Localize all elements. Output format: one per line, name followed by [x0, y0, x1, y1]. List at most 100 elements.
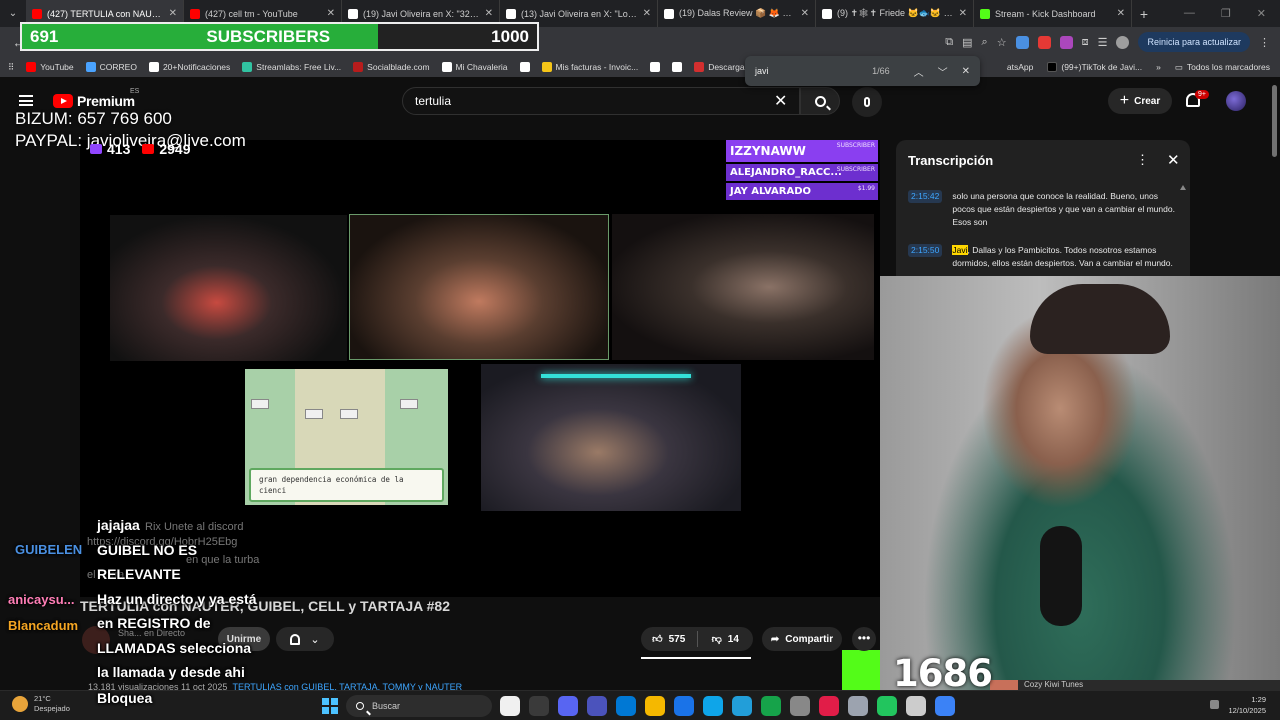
find-close-icon[interactable]: ✕	[962, 66, 970, 77]
tab-close-icon[interactable]: ✕	[169, 8, 177, 19]
chevron-right-icon[interactable]: »	[1156, 62, 1161, 72]
bookmark-item[interactable]: Mis facturas - Invoic...	[541, 62, 638, 72]
transcript-segment[interactable]: 2:15:50 Javi, Dallas y los Pambicitos. T…	[908, 244, 1178, 270]
browser-tab[interactable]: (9) ✝🕸✝ Friede 🐱🐟🐱 en X: "V✕	[816, 0, 974, 27]
scroll-up-icon[interactable]	[1180, 185, 1186, 190]
subscriber-goal-target: 1000	[491, 26, 529, 46]
extension-icon[interactable]	[1037, 35, 1051, 49]
clear-search-icon[interactable]: ✕	[774, 91, 787, 111]
bookmark-item[interactable]: CORREO	[85, 62, 137, 72]
bookmark-item[interactable]: atsApp	[1007, 62, 1033, 72]
taskbar-app-icon[interactable]	[819, 696, 839, 716]
taskbar-app-icon[interactable]	[935, 696, 955, 716]
subscriber-goal-current: 691	[30, 26, 59, 46]
taskbar-clock[interactable]: 1:29 12/10/2025	[1228, 694, 1266, 716]
bookmark-item[interactable]	[650, 62, 661, 72]
all-bookmarks[interactable]: ▭ Todos los marcadores	[1175, 62, 1270, 73]
youtube-play-icon	[53, 94, 73, 108]
extensions-puzzle-icon[interactable]: ⧈	[1082, 36, 1089, 49]
taskbar-app-icon[interactable]	[703, 696, 723, 716]
extension-icon[interactable]	[1059, 35, 1073, 49]
browser-tab[interactable]: Stream - Kick Dashboard ✕	[974, 0, 1132, 27]
like-button[interactable]: 👍︎ 575	[641, 633, 697, 646]
bookmark-icon	[441, 62, 452, 72]
tab-close-icon[interactable]: ✕	[1117, 8, 1125, 19]
bookmark-item[interactable]	[672, 62, 683, 72]
subscriber-alerts: IZZYNAWW SUBSCRIBER ALEJANDRO_RACC... SUBSC…	[726, 140, 878, 202]
bookmark-icon	[85, 62, 96, 72]
close-icon[interactable]: ✕	[1167, 151, 1180, 169]
taskbar-app-icon[interactable]	[558, 696, 578, 716]
browser-menu-icon[interactable]: ⋮	[1259, 36, 1270, 49]
reader-icon[interactable]: ▤	[962, 36, 972, 49]
apps-grid-icon[interactable]: ⠿	[8, 62, 14, 73]
taskbar-search[interactable]: Buscar	[346, 695, 492, 717]
taskbar-app-icon[interactable]	[906, 696, 926, 716]
bookmark-star-icon[interactable]: ☆	[997, 36, 1007, 49]
bookmark-icon	[148, 62, 159, 72]
taskbar-app-icon[interactable]	[790, 696, 810, 716]
chat-message: jajajaa GUIBEL NO ES RELEVANTE Haz un di…	[97, 517, 257, 680]
bookmark-item[interactable]: YouTube	[26, 62, 74, 72]
zoom-icon[interactable]: ⌕	[982, 36, 988, 49]
search-button[interactable]	[800, 87, 840, 115]
minimize-icon[interactable]: —	[1184, 7, 1195, 20]
account-avatar[interactable]	[1226, 91, 1246, 111]
bell-icon	[290, 633, 301, 645]
bookmark-item[interactable]: (99+)TikTok de Javi...	[1047, 62, 1142, 72]
taskbar-app-icon[interactable]	[645, 696, 665, 716]
taskbar-app-icon[interactable]	[761, 696, 781, 716]
weather-widget[interactable]: 21°C Despejado	[12, 694, 70, 714]
transcript-segment[interactable]: 2:15:42 solo una persona que conoce la r…	[908, 190, 1178, 229]
guest-camera-2	[349, 214, 609, 360]
find-next-icon[interactable]: ﹀	[938, 64, 948, 79]
taskbar-app-icon[interactable]	[732, 696, 752, 716]
taskbar-app-icon[interactable]	[616, 696, 636, 716]
voice-search-button[interactable]	[852, 87, 882, 117]
profile-avatar[interactable]	[1116, 35, 1130, 49]
subscription-bell-button[interactable]: ⌄	[276, 627, 334, 651]
more-options-icon[interactable]: ⋮	[1136, 152, 1149, 168]
tab-close-icon[interactable]: ✕	[485, 8, 493, 19]
transcript-title: Transcripción	[908, 153, 994, 168]
bookmark-item[interactable]: 20+Notificaciones	[148, 62, 230, 72]
create-button[interactable]: + Crear	[1108, 88, 1172, 114]
tab-close-icon[interactable]: ✕	[327, 8, 335, 19]
tab-search-icon[interactable]: ⌄	[0, 8, 26, 19]
tab-close-icon[interactable]: ✕	[643, 8, 651, 19]
bookmark-item[interactable]	[519, 62, 530, 72]
game-dialog-text: gran dependencia económica de la cienci	[249, 468, 444, 502]
find-input[interactable]: javi	[755, 66, 872, 76]
update-button[interactable]: Reinicia para actualizar	[1138, 32, 1250, 52]
taskbar-app-icon[interactable]	[587, 696, 607, 716]
find-prev-icon[interactable]: ︿	[914, 64, 924, 79]
new-tab-button[interactable]: +	[1132, 6, 1156, 22]
bookmark-item[interactable]: Streamlabs: Free Liv...	[242, 62, 341, 72]
cast-icon[interactable]: ⧉	[945, 36, 953, 49]
search-input[interactable]: tertulia	[402, 87, 800, 115]
bookmark-icon	[353, 62, 364, 72]
taskbar-app-icon[interactable]	[500, 696, 520, 716]
windows-start-icon[interactable]	[322, 698, 338, 714]
taskbar-app-icon[interactable]	[848, 696, 868, 716]
taskbar-app-icon[interactable]	[877, 696, 897, 716]
menu-icon[interactable]	[19, 95, 33, 106]
dislike-button[interactable]: 👎︎ 14	[698, 633, 754, 646]
browser-tab[interactable]: (19) Dalas Review 📦 🦊 🌍 en ✕	[658, 0, 816, 27]
extension-icon[interactable]	[1015, 35, 1029, 49]
tab-close-icon[interactable]: ✕	[959, 8, 967, 19]
bookmark-item[interactable]: Socialblade.com	[353, 62, 430, 72]
chevron-down-icon: ⌄	[310, 633, 320, 646]
taskbar-app-icon[interactable]	[529, 696, 549, 716]
bookmark-item[interactable]: Mi Chavaleria	[441, 62, 508, 72]
tab-close-icon[interactable]: ✕	[801, 8, 809, 19]
tray-icon[interactable]	[1210, 700, 1219, 709]
tab-list-icon[interactable]: ☰	[1098, 36, 1108, 49]
close-window-icon[interactable]: ✕	[1257, 7, 1266, 20]
restore-icon[interactable]: ❐	[1221, 7, 1231, 20]
youtube-premium-logo[interactable]: Premium ES	[53, 88, 139, 109]
page-scrollbar[interactable]	[1272, 85, 1277, 157]
taskbar-app-icon[interactable]	[674, 696, 694, 716]
share-button[interactable]: ➦ Compartir	[762, 627, 842, 651]
more-actions-button[interactable]: •••	[852, 627, 876, 651]
